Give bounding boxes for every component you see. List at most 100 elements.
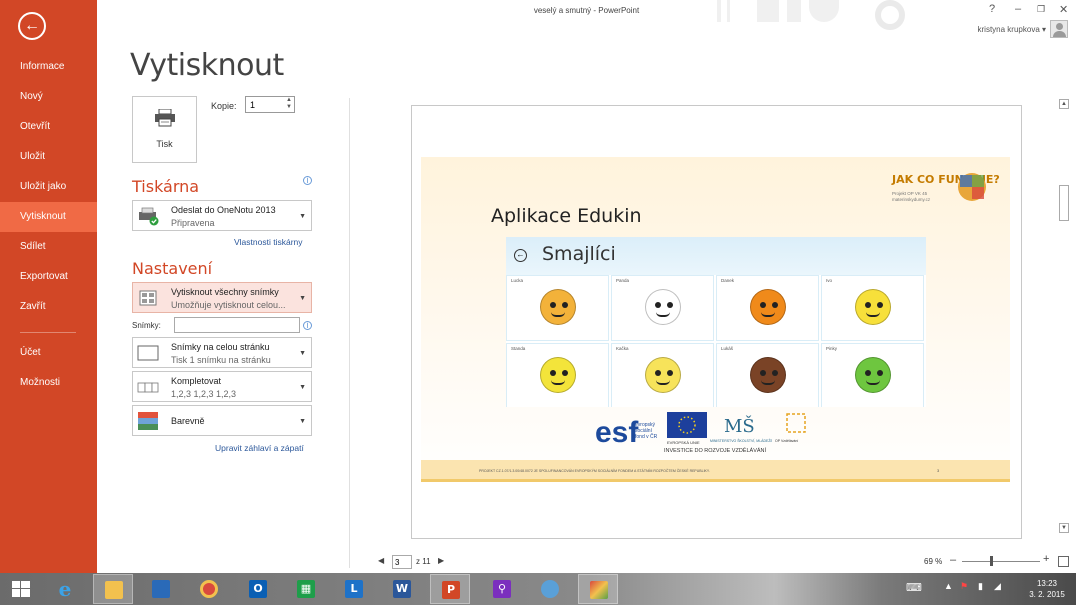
face-name: Standa [511, 346, 526, 351]
face-eye [655, 370, 661, 376]
printer-status: Připravena [171, 218, 215, 228]
face-eye [550, 302, 556, 308]
printer-dropdown[interactable]: Odeslat do OneNotu 2013 Připravena ▼ [132, 200, 312, 231]
copies-spinner[interactable]: ▲ ▼ [284, 97, 294, 112]
smiley-face-icon [855, 289, 891, 325]
taskbar-chrome[interactable] [189, 574, 229, 604]
page-title: Vytisknout [130, 48, 284, 83]
scroll-up-icon[interactable]: ▲ [1059, 99, 1069, 109]
svg-text:fond v ČR: fond v ČR [635, 433, 658, 440]
nav-item-sdilet[interactable]: Sdílet [0, 233, 97, 261]
taskbar-search[interactable]: ⚲ [482, 574, 522, 604]
chevron-down-icon: ▼ [299, 213, 306, 220]
scroll-down-icon[interactable]: ▼ [1059, 523, 1069, 533]
nav-item-moznosti[interactable]: Možnosti [0, 369, 97, 397]
action-center-icon[interactable]: ⚑ [960, 581, 968, 592]
face-mouth [551, 380, 565, 385]
face-eye [655, 302, 661, 308]
color-dropdown[interactable]: Barevně ▼ [132, 405, 312, 436]
nav-item-informace[interactable]: Informace [0, 53, 97, 81]
start-button[interactable] [2, 574, 42, 604]
nav-item-exportovat[interactable]: Exportovat [0, 263, 97, 291]
zoom-out-button[interactable]: – [950, 554, 956, 566]
taskbar-file-explorer[interactable] [93, 574, 133, 604]
taskbar-paint[interactable] [530, 574, 570, 604]
user-avatar-icon[interactable] [1050, 20, 1068, 38]
back-button[interactable]: ← [18, 12, 46, 40]
scroll-thumb[interactable] [1059, 185, 1069, 221]
app-back-icon: ← [514, 249, 527, 262]
printer-properties-link[interactable]: Vlastnosti tiskárny [234, 237, 303, 247]
nav-item-zavrit[interactable]: Zavřít [0, 293, 97, 321]
print-button[interactable]: Tisk [132, 96, 197, 163]
taskbar-word[interactable]: W [382, 574, 422, 604]
restore-button[interactable]: ❐ [1037, 4, 1045, 15]
edit-header-footer-link[interactable]: Upravit záhlaví a zápatí [215, 443, 304, 453]
esf-logo: esf evropský sociální fond v ČR [595, 416, 658, 446]
face-eye [877, 302, 883, 308]
color-title: Barevně [171, 416, 205, 426]
close-button[interactable]: ✕ [1059, 3, 1068, 16]
internet-explorer-icon: e [58, 577, 72, 601]
nav-item-ulozit-jako[interactable]: Uložit jako [0, 173, 97, 201]
taskbar-outlook[interactable]: O [238, 574, 278, 604]
face-eye [772, 370, 778, 376]
face-eye [667, 302, 673, 308]
preview-scrollbar[interactable]: ▲ ▼ [1057, 97, 1071, 537]
eu-flag-logo: EVROPSKÁ UNIE [667, 412, 707, 445]
slides-info-icon[interactable]: i [303, 321, 312, 330]
face-mouth [656, 312, 670, 317]
printer-name: Odeslat do OneNotu 2013 [171, 205, 276, 215]
copies-label: Kopie: [211, 101, 237, 111]
taskbar-clock[interactable]: 13:23 3. 2. 2015 [1021, 578, 1073, 600]
page-number-input[interactable] [392, 555, 412, 569]
taskbar-lync[interactable]: L [334, 574, 374, 604]
printer-info-icon[interactable]: i [303, 176, 312, 185]
zoom-slider[interactable] [962, 561, 1040, 562]
taskbar-internet-explorer[interactable]: e [45, 574, 85, 604]
clock-time: 13:23 [1036, 579, 1058, 588]
printer-icon [155, 109, 175, 127]
smiley-face-icon [645, 289, 681, 325]
zoom-level[interactable]: 69 % [924, 557, 942, 566]
taskbar-remote-desktop[interactable] [141, 574, 181, 604]
nav-item-vytisknout[interactable]: Vytisknout [0, 202, 97, 232]
layout-desc: Tisk 1 snímku na stránku [171, 355, 271, 365]
show-hidden-icons-icon[interactable]: ▲ [944, 581, 953, 591]
face-name: Lukáš [721, 346, 734, 351]
print-range-dropdown[interactable]: Vytisknout všechny snímky Umožňuje vytis… [132, 282, 312, 313]
keyboard-icon[interactable]: ⌨ [906, 581, 922, 594]
previous-page-icon[interactable]: ◀ [378, 556, 384, 565]
color-mode-icon [138, 412, 158, 430]
layout-dropdown[interactable]: Snímky na celou stránku Tisk 1 snímku na… [132, 337, 312, 368]
face-cell: Panda [611, 275, 714, 341]
volume-icon[interactable]: ◢ [994, 581, 1001, 592]
taskbar-store[interactable]: ▦ [286, 574, 326, 604]
smiley-face-icon [540, 289, 576, 325]
print-button-label: Tisk [156, 139, 173, 149]
user-account-name[interactable]: kristyna krupkova ▾ [978, 25, 1046, 34]
minimize-button[interactable]: – [1015, 3, 1021, 15]
lync-icon: L [345, 580, 363, 598]
face-cell: Ivo [821, 275, 924, 341]
zoom-slider-thumb[interactable] [990, 556, 993, 566]
help-button[interactable]: ? [989, 3, 995, 15]
next-page-icon[interactable]: ▶ [438, 556, 444, 565]
powerpoint-icon: P [442, 581, 460, 599]
remote-desktop-icon [152, 580, 170, 598]
backstage-nav: ← Informace Nový Otevřít Uložit Uložit j… [0, 0, 97, 573]
face-mouth [761, 380, 775, 385]
slides-input[interactable] [174, 317, 300, 333]
taskbar-unknown-app[interactable] [578, 574, 618, 604]
nav-item-ucet[interactable]: Účet [0, 339, 97, 367]
nav-item-ulozit[interactable]: Uložit [0, 143, 97, 171]
collate-dropdown[interactable]: Kompletovat 1,2,3 1,2,3 1,2,3 ▼ [132, 371, 312, 402]
nav-item-novy[interactable]: Nový [0, 83, 97, 111]
taskbar-powerpoint[interactable]: P [430, 574, 470, 604]
nav-item-otevrit[interactable]: Otevřít [0, 113, 97, 141]
eu-logos-row: esf evropský sociální fond v ČR EVROPSKÁ… [595, 412, 835, 457]
network-icon[interactable]: ▮ [978, 581, 983, 592]
zoom-in-button[interactable]: + [1043, 553, 1049, 565]
chevron-down-icon: ▼ [299, 350, 306, 357]
zoom-to-page-icon[interactable] [1058, 556, 1069, 567]
